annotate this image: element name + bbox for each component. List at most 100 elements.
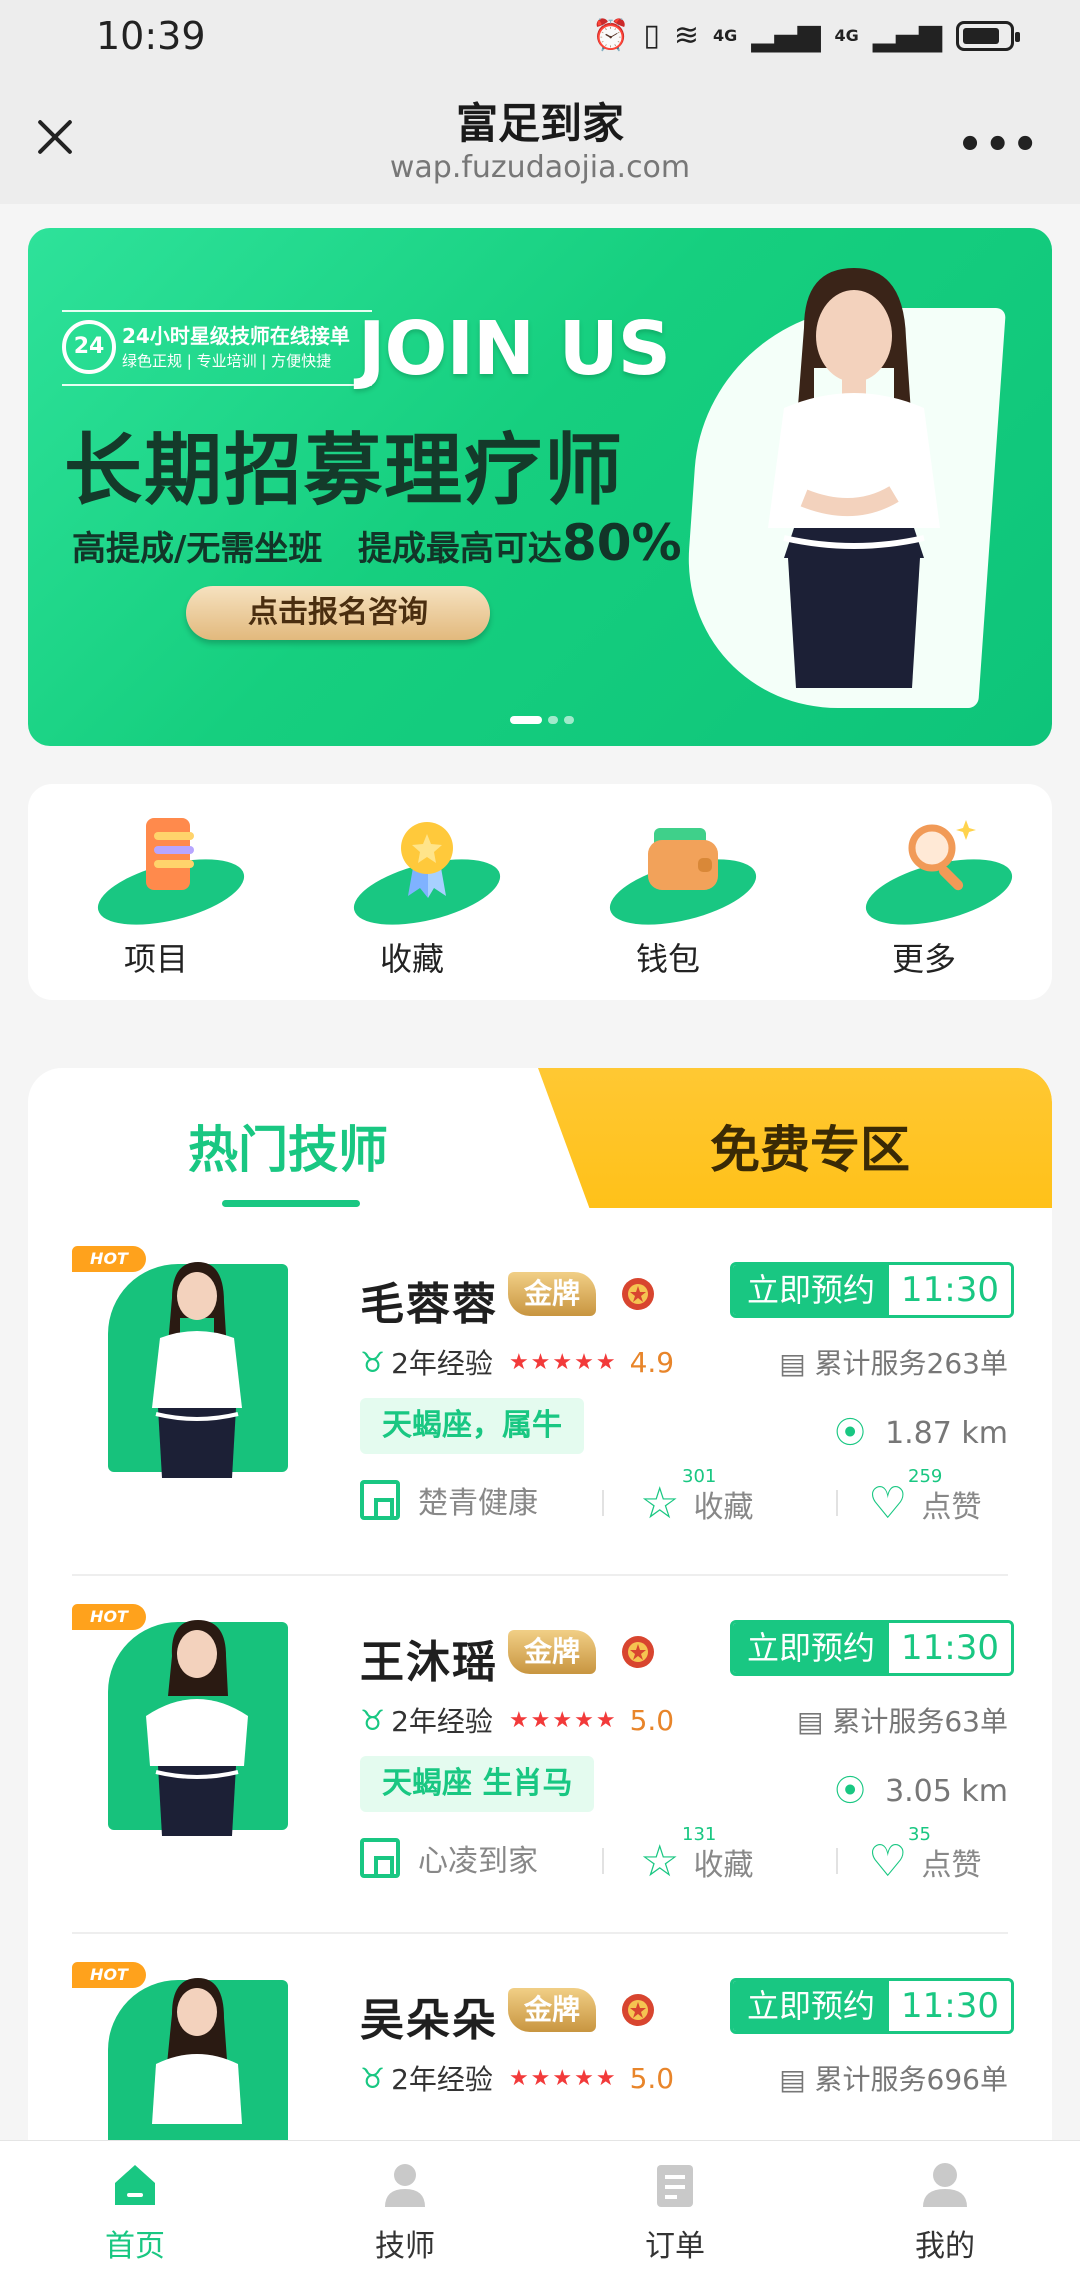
- tab-profile[interactable]: 我的: [810, 2141, 1080, 2280]
- banner-dot[interactable]: [548, 716, 558, 724]
- therapist-row[interactable]: HOT 吴朵朵 金牌 立即预约 11:30 ♉ 2年经验 ★★★★★ 5.0 ▤…: [28, 1934, 1052, 2148]
- banner-model-image: [768, 268, 940, 688]
- tab-orders[interactable]: 订单: [540, 2141, 810, 2280]
- divider: [836, 1490, 838, 1516]
- served-count: ▤ 累计服务63单: [797, 1700, 1008, 1740]
- tab-hot-label: 热门技师: [188, 1121, 388, 1179]
- therapist-meta: 楚青健康 ☆ 收藏 301 ♡ 点赞 259: [360, 1466, 1008, 1530]
- book-time: 11:30: [889, 1623, 1011, 1673]
- tab-hot-therapists[interactable]: 热门技师: [28, 1068, 548, 1218]
- therapist-row[interactable]: HOT 毛蓉蓉 金牌 立即预约 11:30 ♉ 2年经验 ★★★★★ 4.9 ▤…: [28, 1218, 1052, 1576]
- recruit-banner[interactable]: 24 24小时星级技师在线接单 绿色正规 | 专业培训 | 方便快捷 JOIN …: [28, 228, 1052, 746]
- therapist-photo[interactable]: HOT: [72, 1604, 292, 1836]
- quick-item-projects[interactable]: 项目: [28, 784, 284, 1000]
- rating-stars: ★★★★★: [508, 1707, 618, 1733]
- tab-active-indicator: [222, 1200, 360, 1207]
- therapist-meta: 心凌到家 ☆ 收藏 131 ♡ 点赞 35: [360, 1824, 1008, 1888]
- served-count-text: 累计服务263单: [814, 1347, 1008, 1380]
- profile-icon: [923, 2163, 967, 2207]
- served-count: ▤ 累计服务696单: [779, 2058, 1008, 2098]
- like-button[interactable]: ♡ 点赞 259: [868, 1466, 981, 1529]
- quick-item-wallet[interactable]: 钱包: [540, 784, 796, 1000]
- banner-subline: 高提成/无需坐班 提成最高可达80%: [72, 514, 682, 572]
- experience-icon: ♉: [360, 1345, 386, 1379]
- therapist-photo[interactable]: HOT: [72, 1962, 292, 2148]
- shop-name: 楚青健康: [418, 1486, 538, 1521]
- browser-nav-bar: 富足到家 wap.fuzudaojia.com •••: [0, 72, 1080, 204]
- shop-link[interactable]: 楚青健康: [360, 1478, 538, 1522]
- hot-badge: HOT: [72, 1962, 146, 1988]
- therapist-row[interactable]: HOT 王沐瑶 金牌 立即预约 11:30 ♉ 2年经验 ★★★★★ 5.0 ▤…: [28, 1576, 1052, 1934]
- book-now-button[interactable]: 立即预约 11:30: [730, 1620, 1014, 1676]
- favorite-button[interactable]: ☆ 收藏 131: [640, 1824, 754, 1887]
- book-now-button[interactable]: 立即预约 11:30: [730, 1978, 1014, 2034]
- served-count: ▤ 累计服务263单: [779, 1342, 1008, 1382]
- signal-icon-1: ▂▄▆: [751, 18, 821, 53]
- experience-years: 2年经验: [391, 2063, 493, 2096]
- banner-dot[interactable]: [510, 716, 542, 724]
- hot-badge: HOT: [72, 1604, 146, 1630]
- quick-item-more[interactable]: 更多: [796, 784, 1052, 1000]
- therapist-name: 吴朵朵: [360, 1995, 498, 2046]
- experience-line: ♉ 2年经验 ★★★★★ 5.0: [360, 1700, 674, 1740]
- therapist-name: 毛蓉蓉: [360, 1279, 498, 1330]
- book-now-label: 立即预约: [733, 1623, 890, 1673]
- quick-item-label: 钱包: [635, 940, 700, 978]
- favorite-button[interactable]: ☆ 收藏 301: [640, 1466, 753, 1529]
- like-label: 点赞: [921, 1847, 982, 1883]
- like-button[interactable]: ♡ 点赞 35: [868, 1824, 982, 1887]
- banner-join: JOIN US: [358, 306, 671, 392]
- favorite-label: 收藏: [693, 1847, 754, 1883]
- rating-stars: ★★★★★: [508, 2065, 618, 2091]
- list-icon: [146, 818, 194, 890]
- star-outline-icon: ☆: [640, 1836, 680, 1887]
- more-menu-icon[interactable]: •••: [957, 122, 1040, 168]
- magnifier-icon: [908, 820, 976, 891]
- bottom-tab-bar: 首页 技师 订单 我的: [0, 2140, 1080, 2280]
- experience-years: 2年经验: [391, 1705, 493, 1738]
- divider: [602, 1848, 604, 1874]
- quick-item-label: 项目: [123, 940, 188, 978]
- therapist-photo[interactable]: HOT: [72, 1246, 292, 1478]
- tab-therapists[interactable]: 技师: [270, 2141, 540, 2280]
- shop-link[interactable]: 心凌到家: [360, 1836, 538, 1880]
- distance: ⦿ 1.87 km: [835, 1408, 1008, 1452]
- tab-home[interactable]: 首页: [0, 2141, 270, 2280]
- status-bar: 10:39 ⏰ ▯ ≋ 4G ▂▄▆ 4G ▂▄▆: [0, 0, 1080, 72]
- rating-score: 5.0: [629, 2061, 675, 2095]
- status-time: 10:39: [96, 14, 206, 58]
- battery-icon: [956, 21, 1020, 51]
- document-icon: ▤: [797, 1705, 833, 1738]
- experience-years: 2年经验: [391, 1347, 493, 1380]
- quick-menu: 项目 收藏 钱包 更多: [28, 784, 1052, 1000]
- tab-free-label: 免费专区: [710, 1121, 910, 1179]
- banner-sub-mid: 提成最高可达: [357, 529, 562, 569]
- therapist-portrait: [152, 1978, 242, 2124]
- list-tabs: 免费专区 热门技师: [28, 1068, 1052, 1218]
- page-url: wap.fuzudaojia.com: [389, 150, 691, 185]
- experience-line: ♉ 2年经验 ★★★★★ 5.0: [360, 2058, 674, 2098]
- location-pin-icon: ⦿: [835, 1416, 866, 1451]
- award-medal-icon: [622, 1278, 654, 1310]
- experience-line: ♉ 2年经验 ★★★★★ 4.9: [360, 1342, 674, 1382]
- tab-label: 技师: [375, 2229, 435, 2264]
- vibrate-icon: ▯: [643, 18, 660, 53]
- banner-dot[interactable]: [564, 716, 574, 724]
- tab-label: 我的: [915, 2229, 975, 2264]
- book-time: 11:30: [889, 1265, 1011, 1315]
- signup-consult-button[interactable]: 点击报名咨询: [186, 586, 490, 640]
- tab-label: 首页: [105, 2229, 165, 2264]
- favorite-count: 301: [682, 1466, 717, 1487]
- quick-item-favorites[interactable]: 收藏: [284, 784, 540, 1000]
- rating-stars: ★★★★★: [508, 1349, 618, 1375]
- home-icon: [115, 2165, 155, 2205]
- banner-badge-line2: 绿色正规 | 专业培训 | 方便快捷: [122, 352, 332, 370]
- network-label-1: 4G: [713, 26, 738, 45]
- tab-free-zone[interactable]: 免费专区: [538, 1068, 1052, 1208]
- book-now-button[interactable]: 立即预约 11:30: [730, 1262, 1014, 1318]
- zodiac-tag: 天蝎座 生肖马: [360, 1756, 595, 1812]
- rating-score: 4.9: [629, 1345, 675, 1379]
- distance: ⦿ 3.05 km: [835, 1766, 1008, 1810]
- banner-sub-pct: 80%: [561, 514, 682, 572]
- tab-label: 订单: [645, 2229, 705, 2264]
